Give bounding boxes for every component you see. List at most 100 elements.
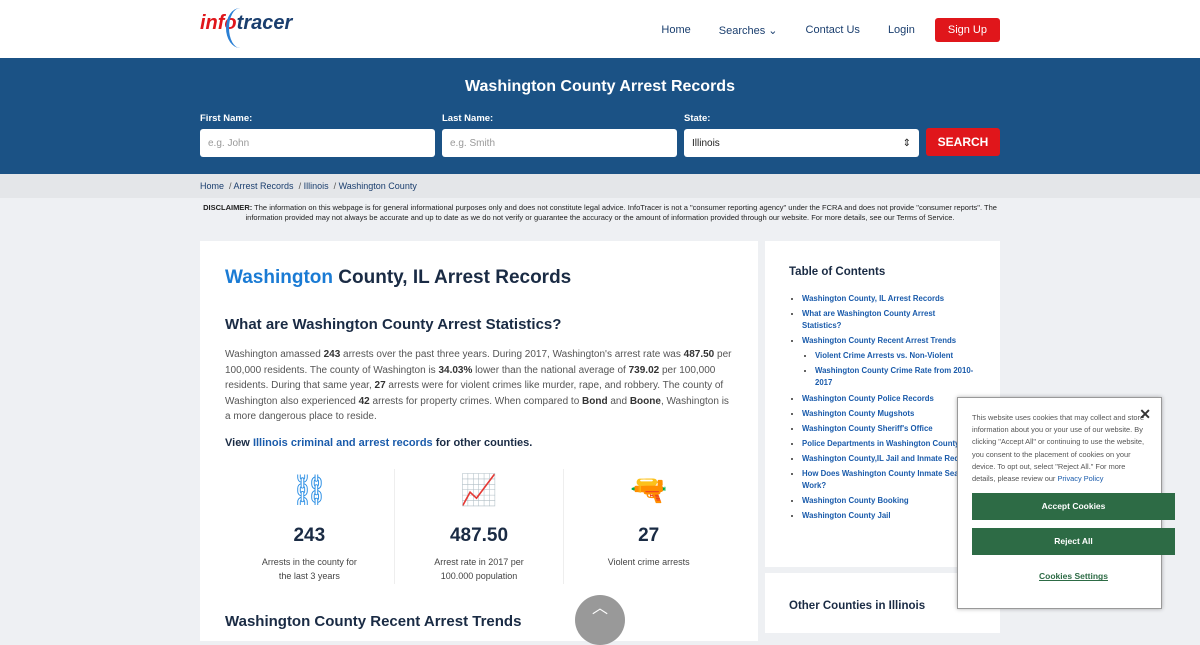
toc-link[interactable]: Washington County Police Records xyxy=(802,394,934,403)
stat-rate: 📈 487.50 Arrest rate in 2017 per 100.000 p… xyxy=(395,468,565,584)
toc-item: What are Washington County Arrest Statis… xyxy=(802,308,976,332)
nav-home[interactable]: Home xyxy=(661,24,690,36)
gun-icon: 🔫 xyxy=(630,473,668,507)
breadcrumb-arrest-records[interactable]: Arrest Records xyxy=(234,181,294,191)
trend-chart-icon: 📈 xyxy=(460,473,498,507)
toc-link[interactable]: Washington County Jail xyxy=(802,511,891,520)
toc-item: Washington County Police Records xyxy=(802,393,976,405)
highlight-value: 243 xyxy=(323,349,341,360)
hero-title: Washington County Arrest Records xyxy=(465,78,735,95)
paragraph-text: arrests over the past three years. Durin… xyxy=(340,349,684,360)
stat-label: Arrest rate in 2017 per 100.000 populati… xyxy=(434,556,524,581)
nav-contact[interactable]: Contact Us xyxy=(806,24,860,36)
breadcrumb-county[interactable]: Washington County xyxy=(339,181,417,191)
state-label: State: xyxy=(684,113,711,124)
chevron-down-icon: ⌄ xyxy=(768,24,778,37)
signup-button[interactable]: Sign Up xyxy=(934,18,1000,42)
main-nav: Home Searches ⌄ Contact Us Login Sign Up xyxy=(661,18,1000,42)
state-select[interactable]: Illinois ⇕ xyxy=(684,129,919,157)
handcuffs-icon: ⛓ xyxy=(290,473,329,507)
highlight-value: 27 xyxy=(374,380,386,391)
infotracer-logo[interactable]: infotracer xyxy=(200,8,292,48)
toc-link[interactable]: Police Departments in Washington County xyxy=(802,439,959,448)
toc-item: How Does Washington County Inmate Search… xyxy=(802,468,976,492)
toc-link[interactable]: Washington County,IL Jail and Inmate Rec… xyxy=(802,454,976,463)
privacy-policy-link[interactable]: Privacy Policy xyxy=(1057,474,1103,483)
disclaimer-label: DISCLAIMER: xyxy=(203,203,253,212)
paragraph-text: Washington amassed xyxy=(225,349,324,360)
toc-link[interactable]: Washington County Sheriff's Office xyxy=(802,424,933,433)
accept-cookies-button[interactable]: Accept Cookies xyxy=(972,493,1175,521)
cookie-text: This website uses cookies that may colle… xyxy=(972,412,1150,485)
view-suffix: for other counties. xyxy=(432,436,533,449)
terms-link[interactable]: Terms of Service xyxy=(897,213,953,222)
reject-all-button[interactable]: Reject All xyxy=(972,528,1175,556)
toc-link[interactable]: Violent Crime Arrests vs. Non-Violent xyxy=(815,351,953,360)
toc-link[interactable]: Washington County Recent Arrest Trends xyxy=(802,336,956,345)
stat-label: Violent crime arrests xyxy=(607,556,690,567)
close-icon[interactable]: ✕ xyxy=(1139,406,1151,423)
last-name-input[interactable]: e.g. Smith xyxy=(442,129,677,157)
toc-list: Washington County, IL Arrest Records What… xyxy=(789,293,976,522)
cookies-settings-link[interactable]: Cookies Settings xyxy=(972,571,1175,581)
view-line: View Illinois criminal and arrest record… xyxy=(225,437,733,449)
title-county: Washington xyxy=(225,267,333,288)
highlight-value: 487.50 xyxy=(683,349,715,360)
page-title: Washington County, IL Arrest Records xyxy=(225,267,733,289)
disclaimer-text: The information on this webpage is for g… xyxy=(245,203,997,223)
breadcrumb: Home / Arrest Records / Illinois / Washi… xyxy=(0,174,1200,198)
highlight-value: 42 xyxy=(358,395,370,407)
toc-item: Washington County Booking xyxy=(802,495,976,507)
title-rest: County, IL Arrest Records xyxy=(333,267,572,288)
highlight-value: Bond xyxy=(582,395,608,407)
nav-searches-label: Searches xyxy=(718,24,766,37)
toc-link[interactable]: Washington County Mugshots xyxy=(802,409,914,418)
disclaimer-end: . xyxy=(952,213,955,223)
toc-link[interactable]: What are Washington County Arrest Statis… xyxy=(802,309,935,330)
stat-value: 487.50 xyxy=(449,524,509,546)
main-content: Washington County, IL Arrest Records Wha… xyxy=(200,241,758,641)
view-prefix: View xyxy=(225,436,253,449)
paragraph-text: and xyxy=(607,395,630,407)
paragraph-text: lower than the national average of xyxy=(472,364,629,376)
search-button[interactable]: SEARCH xyxy=(926,128,1000,156)
toc-item: Washington County,IL Jail and Inmate Rec… xyxy=(802,453,976,465)
toc-item: Washington County Mugshots xyxy=(802,408,976,420)
stats-row: ⛓ 243 Arrests in the county for the last 3… xyxy=(225,468,733,584)
cookie-message: This website uses cookies that may colle… xyxy=(972,413,1145,484)
site-header: infotracer Home Searches ⌄ Contact Us Lo… xyxy=(0,0,1200,58)
nav-searches[interactable]: Searches ⌄ xyxy=(719,24,778,37)
breadcrumb-home[interactable]: Home xyxy=(200,181,224,191)
search-hero: Washington County Arrest Records First N… xyxy=(0,58,1200,174)
scroll-to-top-button[interactable]: ︿ xyxy=(575,595,625,645)
other-counties-title: Other Counties in Illinois xyxy=(789,600,926,612)
trends-heading: Washington County Recent Arrest Trends xyxy=(225,613,522,630)
select-arrows-icon: ⇕ xyxy=(902,138,911,149)
toc-link[interactable]: How Does Washington County Inmate Search… xyxy=(802,469,971,490)
stat-arrests: ⛓ 243 Arrests in the county for the last 3… xyxy=(225,468,395,584)
stat-violent: 🔫 27 Violent crime arrests xyxy=(564,469,733,584)
cookie-banner: ✕ This website uses cookies that may col… xyxy=(957,397,1175,609)
logo-swoosh-icon xyxy=(226,8,254,48)
breadcrumb-illinois[interactable]: Illinois xyxy=(304,181,329,191)
stats-heading: What are Washington County Arrest Statis… xyxy=(225,316,562,333)
state-value: Illinois xyxy=(692,138,720,149)
illinois-records-link[interactable]: Illinois criminal and arrest records xyxy=(253,437,433,449)
first-name-input[interactable]: e.g. John xyxy=(200,129,435,157)
toc-item: Police Departments in Washington County xyxy=(802,438,976,450)
highlight-value: Boone xyxy=(629,395,661,407)
toc-item: Washington County Recent Arrest Trends xyxy=(802,335,976,347)
toc-link[interactable]: Washington County, IL Arrest Records xyxy=(802,294,944,303)
nav-login[interactable]: Login xyxy=(888,24,915,36)
disclaimer: DISCLAIMER: The information on this webp… xyxy=(0,198,1200,228)
highlight-value: 739.02 xyxy=(628,364,660,376)
paragraph-text: arrests for property crimes. When compar… xyxy=(369,395,583,407)
toc-link[interactable]: Washington County Booking xyxy=(802,496,909,505)
stat-label: Arrests in the county for the last 3 yea… xyxy=(261,556,357,581)
stat-value: 243 xyxy=(293,524,326,546)
toc-item: Washington County Jail xyxy=(802,510,976,522)
stat-value: 27 xyxy=(638,524,660,546)
chevron-up-icon: ︿ xyxy=(591,600,608,617)
toc-item: Washington County Sheriff's Office xyxy=(802,423,976,435)
toc-link[interactable]: Washington County Crime Rate from 2010-2… xyxy=(815,366,973,387)
